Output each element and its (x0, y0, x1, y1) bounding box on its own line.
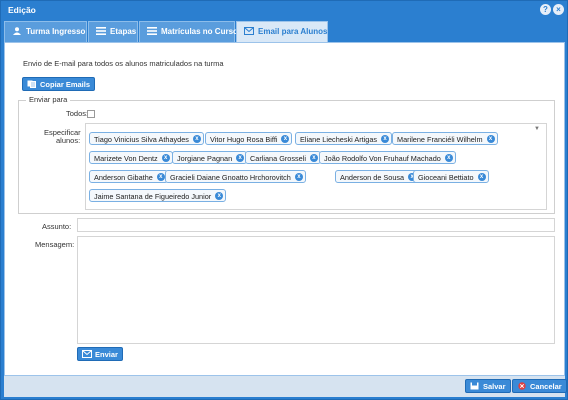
cancel-button[interactable]: Cancelar (512, 379, 567, 393)
tab-content: Envio de E-mail para todos os alunos mat… (4, 42, 565, 376)
remove-icon[interactable]: x (161, 154, 170, 162)
email-description: Envio de E-mail para todos os alunos mat… (23, 59, 224, 68)
all-label: Todos: (66, 109, 89, 118)
student-name: Marizete Von Dentz (94, 153, 158, 163)
tab-label: Matrículas no Curso (161, 27, 238, 36)
dialog-footer: Salvar Cancelar (4, 376, 567, 397)
help-icon[interactable]: ? (540, 4, 551, 15)
student-tag: Jorgiane Pagnan x (172, 151, 248, 164)
remove-icon[interactable]: x (156, 173, 165, 181)
student-tag: Marilene Franciéli Wilhelm x (392, 132, 498, 145)
subject-input[interactable] (77, 218, 555, 232)
specify-label-line2: alunos: (56, 136, 81, 145)
window-titlebar: Edição ? × (1, 1, 567, 19)
tab-turma-ingresso[interactable]: Turma Ingresso (4, 21, 87, 42)
student-tag: Vitor Hugo Rosa Biffi x (205, 132, 293, 145)
remove-icon[interactable]: x (215, 192, 224, 200)
copy-emails-button[interactable]: Copiar Emails (22, 77, 96, 91)
student-tag: Gioceani Bettiato x (413, 170, 489, 183)
remove-icon[interactable]: x (381, 135, 390, 143)
student-name: Jorgiane Pagnan (177, 153, 233, 163)
cancel-label: Cancelar (530, 382, 562, 391)
tab-label: Email para Alunos (258, 27, 328, 36)
student-name: Gioceani Bettiato (418, 172, 474, 182)
remove-icon[interactable]: x (192, 135, 201, 143)
list-icon (96, 27, 106, 35)
message-label: Mensagem: (35, 240, 75, 249)
message-textarea[interactable] (77, 236, 555, 344)
student-tag: Jaime Santana de Figueiredo Junior x (89, 189, 227, 202)
student-name: Eliane Liecheski Artigas (300, 134, 378, 144)
envelope-icon (244, 27, 254, 35)
send-button[interactable]: Enviar (77, 347, 123, 361)
remove-icon[interactable]: x (477, 173, 486, 181)
save-button[interactable]: Salvar (465, 379, 511, 393)
student-tag: João Rodolfo Von Fruhauf Machado x (319, 151, 456, 164)
chevron-down-icon[interactable]: ▼ (534, 126, 540, 132)
student-tag: Anderson de Sousax (335, 170, 420, 183)
window-title: Edição (8, 5, 36, 15)
student-name: João Rodolfo Von Fruhauf Machado (324, 153, 441, 163)
tab-label: Etapas (110, 27, 137, 36)
student-tag: Carliana Grosseli x (245, 151, 321, 164)
student-name: Vitor Hugo Rosa Biffi (210, 134, 278, 144)
student-name: Tiago Vinicius Silva Athaydes (94, 134, 189, 144)
remove-icon[interactable]: x (281, 135, 290, 143)
fieldset-legend: Enviar para (26, 95, 71, 104)
subject-label: Assunto: (42, 222, 72, 231)
student-name: Marilene Franciéli Wilhelm (397, 134, 483, 144)
student-tag: Gracieli Daiane Gnoatto Hrchorovitch x (165, 170, 306, 183)
recipients-fieldset: Enviar para Todos: Especificar alunos: ▼… (18, 95, 555, 214)
user-icon (13, 27, 21, 35)
student-tag: Marizete Von Dentz x (89, 151, 173, 164)
save-label: Salvar (483, 382, 506, 391)
all-checkbox[interactable] (87, 110, 95, 118)
students-multiselect[interactable]: ▼ Tiago Vinicius Silva Athaydes x Vitor H… (85, 123, 547, 210)
student-name: Carliana Grosseli (250, 153, 306, 163)
tab-matriculas[interactable]: Matrículas no Curso (139, 21, 238, 42)
student-tag: Eliane Liecheski Artigas x (295, 132, 393, 145)
student-name: Jaime Santana de Figueiredo Junior (94, 191, 212, 201)
copy-emails-label: Copiar Emails (40, 80, 91, 89)
remove-icon[interactable]: x (236, 154, 245, 162)
student-tag: Anderson Gibathe x (89, 170, 168, 183)
copy-icon (27, 80, 36, 88)
tab-etapas[interactable]: Etapas (88, 21, 138, 42)
remove-icon[interactable]: x (309, 154, 318, 162)
remove-icon[interactable]: x (444, 154, 453, 162)
tab-label: Turma Ingresso (26, 27, 86, 36)
student-name: Anderson de Sousa (340, 172, 405, 182)
student-tag: Tiago Vinicius Silva Athaydes x (89, 132, 204, 145)
student-name: Anderson Gibathe (94, 172, 153, 182)
edit-window: Edição ? × Turma Ingresso Etapas Matrícu… (0, 0, 568, 400)
student-name: Gracieli Daiane Gnoatto Hrchorovitch (170, 172, 291, 182)
send-label: Enviar (95, 350, 118, 359)
envelope-icon (82, 350, 92, 358)
cancel-icon (518, 382, 526, 390)
tab-bar: Turma Ingresso Etapas Matrículas no Curs… (4, 21, 564, 42)
save-icon (470, 382, 479, 390)
close-icon[interactable]: × (553, 4, 564, 15)
list-icon (147, 27, 157, 35)
remove-icon[interactable]: x (294, 173, 303, 181)
tab-email-alunos[interactable]: Email para Alunos (236, 21, 328, 42)
remove-icon[interactable]: x (486, 135, 495, 143)
